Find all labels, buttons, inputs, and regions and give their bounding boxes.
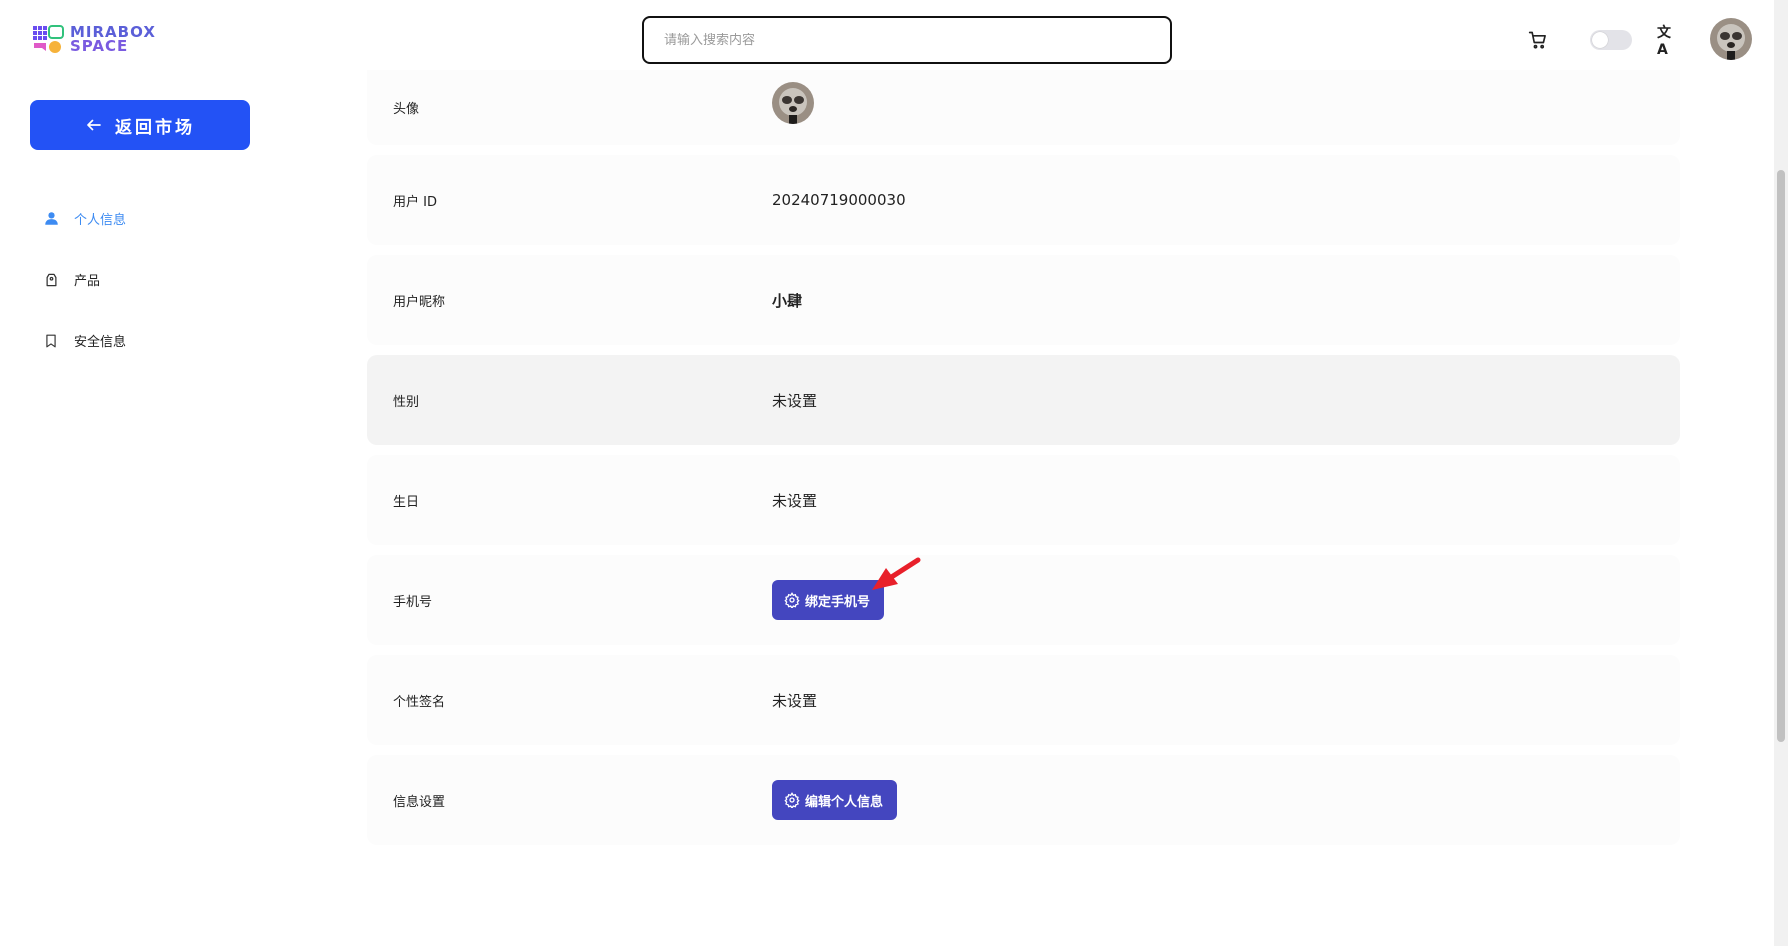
row-avatar: 头像 <box>367 70 1680 145</box>
row-settings: 信息设置 编辑个人信息 <box>367 755 1680 845</box>
gender-label: 性别 <box>393 394 420 410</box>
sidebar-nav: 个人信息 产品 安全信息 <box>42 188 262 371</box>
user-id-label: 用户 ID <box>393 194 437 210</box>
logo-line-2: SPACE <box>70 37 129 55</box>
gear-icon <box>784 792 800 808</box>
profile-info-list: 头像 用户 ID 20240719000030 用户昵称 小肆 性别 未设置 生… <box>367 70 1680 855</box>
logo-icon <box>33 25 64 53</box>
signature-value: 未设置 <box>772 691 818 710</box>
signature-label: 个性签名 <box>393 694 446 710</box>
row-nickname: 用户昵称 小肆 <box>367 255 1680 345</box>
nickname-value: 小肆 <box>772 291 803 310</box>
bind-phone-label: 绑定手机号 <box>805 594 871 610</box>
gear-icon <box>784 592 800 608</box>
toggle-knob <box>1592 32 1608 48</box>
sidebar-item-label: 安全信息 <box>74 335 127 350</box>
back-to-market-button[interactable]: 返回市场 <box>30 100 250 150</box>
edit-profile-button[interactable]: 编辑个人信息 <box>772 780 898 820</box>
header-avatar[interactable] <box>1710 18 1752 60</box>
sidebar-item-products[interactable]: 产品 <box>42 249 262 310</box>
row-phone: 手机号 绑定手机号 <box>367 555 1680 645</box>
row-user-id: 用户 ID 20240719000030 <box>367 155 1680 245</box>
user-icon <box>42 210 60 228</box>
bookmark-icon <box>42 332 60 350</box>
user-id-value: 20240719000030 <box>772 191 906 209</box>
logo[interactable]: MIRABOX SPACE <box>32 22 182 56</box>
scrollbar-thumb[interactable] <box>1777 170 1785 742</box>
search-input[interactable] <box>664 32 1170 48</box>
scrollbar[interactable] <box>1774 0 1788 946</box>
row-signature: 个性签名 未设置 <box>367 655 1680 745</box>
nickname-label: 用户昵称 <box>393 294 446 310</box>
phone-label: 手机号 <box>393 594 433 610</box>
sidebar-item-label: 产品 <box>74 274 101 289</box>
row-birthday: 生日 未设置 <box>367 455 1680 545</box>
row-gender: 性别 未设置 <box>367 355 1680 445</box>
page: MIRABOX SPACE 文A 返回市场 <box>0 0 1788 946</box>
sidebar-item-security[interactable]: 安全信息 <box>42 310 262 371</box>
translate-icon[interactable]: 文A <box>1657 25 1681 58</box>
gender-value: 未设置 <box>772 391 818 410</box>
settings-action: 编辑个人信息 <box>772 780 898 820</box>
sidebar-item-profile[interactable]: 个人信息 <box>42 188 262 249</box>
sidebar-item-label: 个人信息 <box>74 213 127 228</box>
logo-text: MIRABOX SPACE <box>70 25 156 55</box>
birthday-label: 生日 <box>393 494 420 510</box>
arrow-left-icon <box>87 119 101 131</box>
back-button-label: 返回市场 <box>115 117 195 137</box>
translate-glyph: 文A <box>1657 25 1671 58</box>
profile-avatar <box>772 82 814 124</box>
avatar-label: 头像 <box>393 102 420 117</box>
cart-icon[interactable] <box>1526 28 1550 52</box>
annotation-arrow-icon <box>872 557 921 590</box>
search-box[interactable] <box>642 16 1172 64</box>
theme-toggle[interactable] <box>1590 30 1632 50</box>
settings-label: 信息设置 <box>393 794 446 810</box>
tag-icon <box>42 271 60 289</box>
birthday-value: 未设置 <box>772 491 818 510</box>
edit-profile-label: 编辑个人信息 <box>805 794 884 810</box>
